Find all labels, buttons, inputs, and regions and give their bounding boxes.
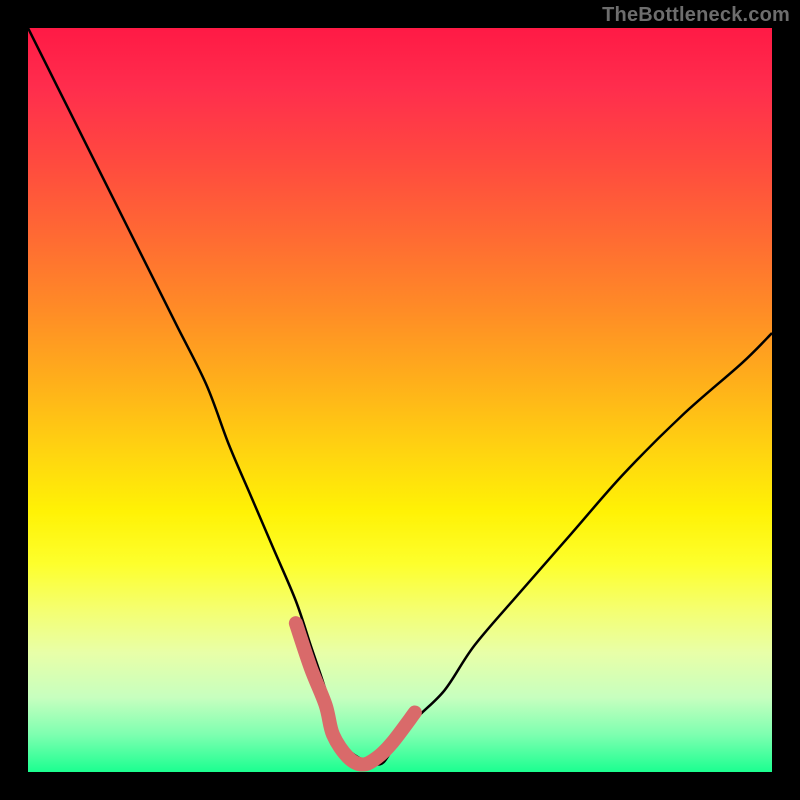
series-optimal-range-highlight xyxy=(296,623,415,764)
watermark-text: TheBottleneck.com xyxy=(602,4,790,27)
chart-svg xyxy=(28,28,772,772)
series-bottleneck-curve xyxy=(28,28,772,765)
plot-area xyxy=(28,28,772,772)
chart-frame: TheBottleneck.com xyxy=(0,0,800,800)
